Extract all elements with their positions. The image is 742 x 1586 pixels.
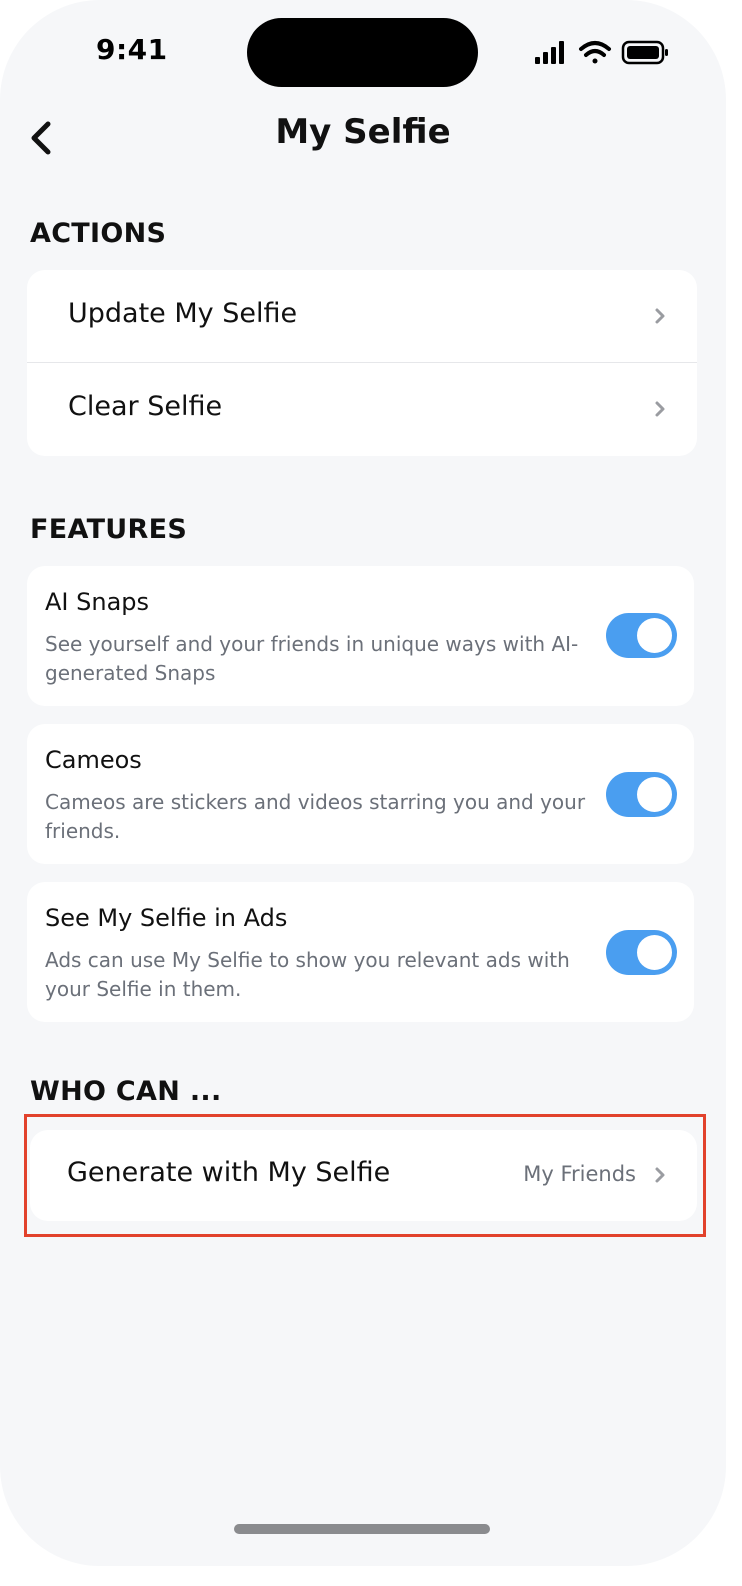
feature-card-cameos: Cameos Cameos are stickers and videos st… (27, 724, 694, 864)
toggle-knob (637, 935, 672, 970)
battery-icon (621, 40, 668, 65)
clear-selfie-row[interactable]: Clear Selfie (27, 363, 697, 456)
section-header-actions: ACTIONS (30, 218, 167, 249)
cameos-toggle[interactable] (606, 772, 677, 817)
toggle-knob (637, 777, 672, 812)
selfie-in-ads-toggle[interactable] (606, 930, 677, 975)
highlight-box (24, 1114, 706, 1237)
ai-snaps-toggle[interactable] (606, 613, 677, 658)
feature-title: Cameos (45, 746, 142, 774)
status-time: 9:41 (96, 33, 168, 66)
status-icons (535, 38, 670, 68)
feature-card-selfie-in-ads: See My Selfie in Ads Ads can use My Self… (27, 882, 694, 1022)
row-label: Clear Selfie (68, 391, 223, 422)
home-indicator[interactable] (234, 1524, 490, 1534)
feature-title: See My Selfie in Ads (45, 904, 288, 932)
page-title: My Selfie (275, 112, 451, 152)
cellular-signal-icon (535, 41, 564, 64)
feature-card-ai-snaps: AI Snaps See yourself and your friends i… (27, 566, 694, 706)
feature-description: Ads can use My Selfie to show you releva… (45, 948, 570, 1001)
section-header-features: FEATURES (30, 514, 188, 545)
phone-screen: 9:41 My Selfie ACTIONS Update My Selfie … (0, 0, 726, 1566)
feature-description: Cameos are stickers and videos starring … (45, 790, 586, 843)
feature-description: See yourself and your friends in unique … (45, 632, 579, 685)
section-header-who-can: WHO CAN ... (30, 1076, 222, 1107)
row-label: Update My Selfie (68, 298, 298, 329)
chevron-right-icon (655, 308, 665, 324)
wifi-icon (579, 41, 611, 64)
feature-title: AI Snaps (45, 588, 150, 616)
dynamic-island (247, 18, 478, 87)
chevron-right-icon (655, 401, 665, 417)
actions-card: Update My Selfie Clear Selfie (27, 270, 697, 456)
toggle-knob (637, 618, 672, 653)
update-my-selfie-row[interactable]: Update My Selfie (27, 270, 697, 362)
